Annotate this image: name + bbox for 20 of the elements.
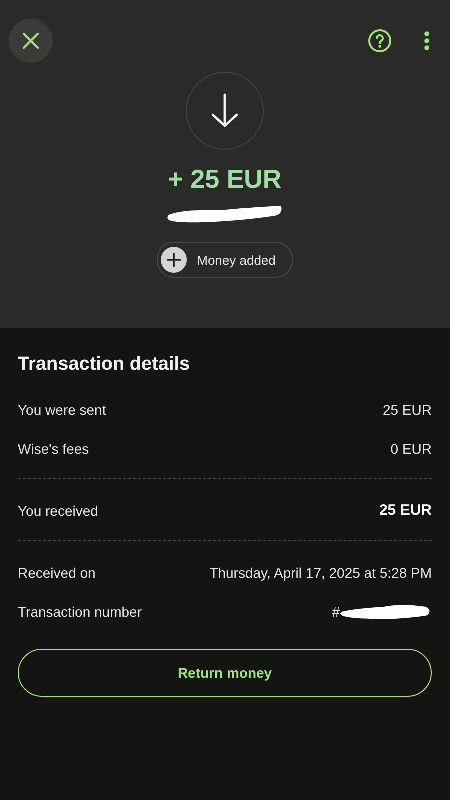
status-label: Money added [197, 252, 276, 268]
detail-label: Received on [18, 564, 96, 580]
detail-label: You received [18, 502, 98, 518]
detail-value: # [332, 604, 340, 620]
more-icon[interactable] [424, 31, 430, 51]
plus-icon [161, 247, 188, 273]
detail-value: Thursday, April 17, 2025 at 5:28 PM [210, 564, 432, 580]
detail-label: You were sent [18, 402, 106, 418]
amount-text: + 25 EUR [168, 164, 282, 195]
close-icon [21, 31, 41, 51]
close-button[interactable] [9, 19, 53, 63]
return-money-button[interactable]: Return money [18, 649, 432, 697]
detail-value: 25 EUR [382, 402, 432, 418]
detail-label: Wise's fees [18, 440, 90, 456]
detail-value: 0 EUR [390, 440, 432, 456]
help-icon[interactable] [368, 29, 392, 53]
arrow-down-icon [186, 72, 264, 150]
section-title: Transaction details [18, 354, 192, 376]
detail-label: Transaction number [18, 604, 142, 620]
detail-value: 25 EUR [379, 502, 432, 519]
